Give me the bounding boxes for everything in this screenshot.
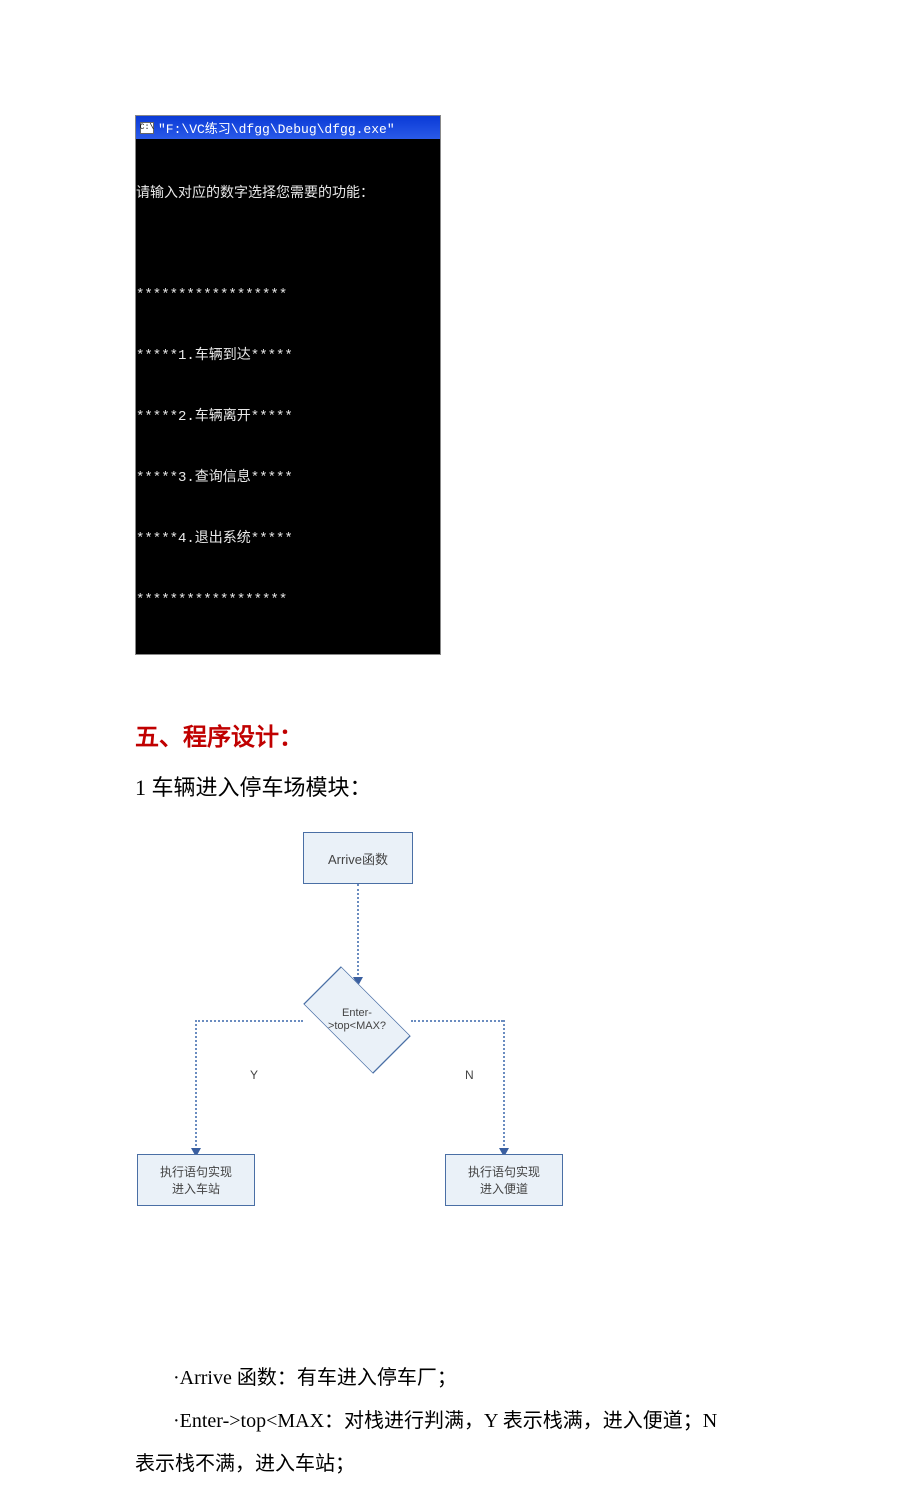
flow-node-enter-lane: 执行语句实现 进入便道 xyxy=(445,1154,563,1206)
terminal-body: 请输入对应的数字选择您需要的功能： ****************** ***… xyxy=(136,139,440,654)
cond-line2: >top<MAX? xyxy=(328,1020,386,1032)
flow-node-line: 执行语句实现 xyxy=(160,1163,232,1180)
terminal-titlebar: C:\ "F:\VC练习\dfgg\Debug\dfgg.exe" xyxy=(136,116,440,139)
flow-node-line: 进入便道 xyxy=(480,1180,528,1197)
subheading: 1 车辆进入停车场模块： xyxy=(135,770,785,802)
branch-label-n: N xyxy=(465,1068,474,1082)
term-line: 请输入对应的数字选择您需要的功能： xyxy=(136,184,438,204)
term-line: ****************** xyxy=(136,590,438,610)
document-page: C:\ "F:\VC练习\dfgg\Debug\dfgg.exe" 请输入对应的… xyxy=(0,0,920,1486)
term-line: *****2.车辆离开***** xyxy=(136,407,438,427)
cond-line1: Enter- xyxy=(342,1007,372,1019)
terminal-window: C:\ "F:\VC练习\dfgg\Debug\dfgg.exe" 请输入对应的… xyxy=(135,115,441,655)
terminal-title-text: "F:\VC练习\dfgg\Debug\dfgg.exe" xyxy=(158,118,395,137)
flow-connector xyxy=(411,1020,503,1022)
flow-node-arrive: Arrive函数 xyxy=(303,832,413,884)
term-line: ****************** xyxy=(136,285,438,305)
bullet-item: ·Enter->top<MAX：对栈进行判满，Y 表示栈满，进入便道；N xyxy=(173,1400,785,1443)
branch-label-y: Y xyxy=(250,1068,258,1082)
term-line: *****4.退出系统***** xyxy=(136,529,438,549)
flow-node-line: 执行语句实现 xyxy=(468,1163,540,1180)
flowchart: Arrive函数 Enter- >top<MAX? Y N 执行语句实现 进入车… xyxy=(135,832,785,1242)
bullet-item: ·Arrive 函数：有车进入停车厂； xyxy=(173,1357,785,1400)
flow-decision-label: Enter- >top<MAX? xyxy=(328,1007,386,1033)
flow-connector xyxy=(503,1020,505,1150)
flow-connector xyxy=(195,1020,303,1022)
flow-connector xyxy=(195,1020,197,1150)
flow-node-decision: Enter- >top<MAX? xyxy=(303,984,411,1056)
flow-node-line: 进入车站 xyxy=(172,1180,220,1197)
flow-node-enter-station: 执行语句实现 进入车站 xyxy=(137,1154,255,1206)
section-heading: 五、程序设计： xyxy=(135,717,785,752)
bullet-item-wrap: 表示栈不满，进入车站； xyxy=(135,1443,785,1486)
term-line: *****1.车辆到达***** xyxy=(136,346,438,366)
flow-node-label: Arrive函数 xyxy=(328,849,388,868)
bullet-list: ·Arrive 函数：有车进入停车厂； ·Enter->top<MAX：对栈进行… xyxy=(135,1357,785,1486)
term-line: *****3.查询信息***** xyxy=(136,468,438,488)
cmd-icon: C:\ xyxy=(140,122,154,134)
flow-connector xyxy=(357,884,359,979)
